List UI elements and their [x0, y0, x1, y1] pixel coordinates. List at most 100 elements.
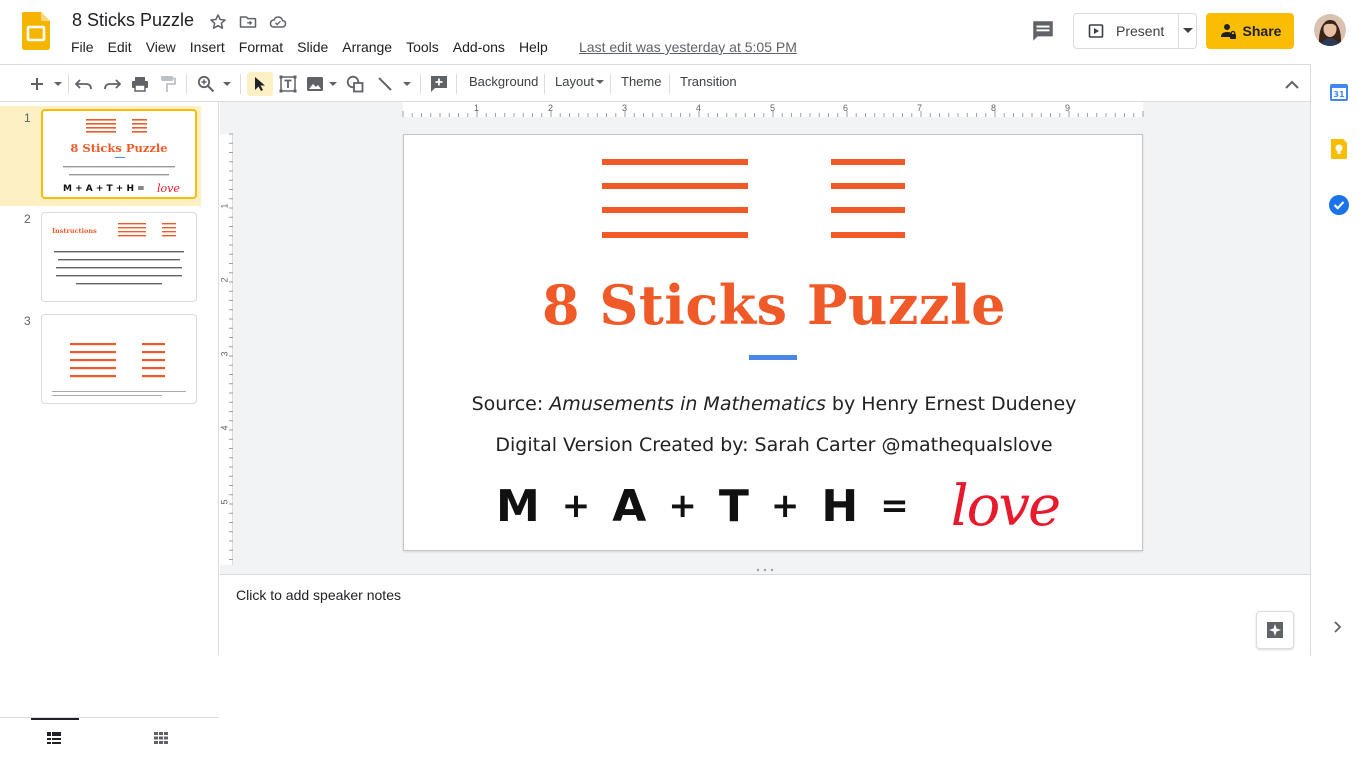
vertical-ruler[interactable]: 1 2 3 4 5 [220, 117, 233, 565]
present-label: Present [1116, 23, 1165, 39]
menu-arrange[interactable]: Arrange [335, 37, 399, 57]
ruler-label: 5 [219, 499, 230, 505]
chevron-up-icon [1285, 80, 1299, 89]
comment-icon[interactable] [1030, 18, 1056, 44]
math-equals-love-graphic[interactable]: M + A + T + H = love [496, 471, 1061, 541]
paint-format-button[interactable] [157, 72, 179, 96]
paint-format-icon [161, 76, 176, 92]
filmstrip-view-button[interactable] [40, 728, 68, 748]
text-box-icon [279, 75, 297, 93]
insert-image-button[interactable] [304, 72, 326, 96]
add-comment-button[interactable] [428, 72, 450, 96]
ruler-label: 3 [622, 103, 628, 113]
line-icon [378, 77, 392, 91]
present-button[interactable]: Present [1074, 14, 1178, 48]
menu-edit[interactable]: Edit [101, 37, 139, 57]
ruler-label: 4 [219, 425, 230, 431]
calendar-icon[interactable]: 31 [1329, 82, 1349, 102]
select-tool-button[interactable] [247, 72, 273, 96]
toolbar-divider [186, 74, 187, 94]
slide-thumbnail-1[interactable]: 8 Sticks Puzzle M + A + T + H = love [41, 109, 197, 199]
lock-person-icon [1220, 24, 1236, 39]
slide-number: 1 [24, 111, 31, 125]
collapse-toolbar-button[interactable] [1281, 72, 1303, 96]
undo-button[interactable] [73, 72, 95, 96]
slide-title[interactable]: 8 Sticks Puzzle [404, 273, 1144, 337]
speaker-notes-placeholder[interactable]: Click to add speaker notes [236, 587, 401, 603]
menu-add-ons[interactable]: Add-ons [446, 37, 512, 57]
ruler-label: 8 [991, 103, 997, 113]
speaker-notes[interactable]: Click to add speaker notes [220, 575, 1310, 655]
grid-view-button[interactable] [147, 728, 175, 748]
new-slide-layout-dropdown[interactable] [51, 72, 65, 96]
chevron-right-icon[interactable] [1333, 620, 1343, 634]
slide-thumbnail-2[interactable]: Instructions [41, 212, 197, 302]
add-comment-icon [431, 76, 447, 92]
theme-button[interactable]: Theme [621, 74, 661, 89]
new-slide-button[interactable] [26, 72, 48, 96]
shape-icon [346, 75, 364, 93]
slide-thumbnail-3[interactable] [41, 314, 197, 404]
title-accent-line [749, 355, 797, 360]
zoom-button[interactable] [194, 72, 218, 96]
svg-text:31: 31 [1333, 90, 1345, 99]
menu-tools[interactable]: Tools [399, 37, 446, 57]
share-button[interactable]: Share [1206, 13, 1294, 49]
insert-image-dropdown[interactable] [327, 72, 339, 96]
move-to-folder-icon[interactable] [238, 12, 258, 32]
present-icon [1088, 24, 1104, 38]
zoom-icon [197, 75, 215, 93]
present-options-dropdown[interactable] [1179, 14, 1197, 48]
horizontal-ruler[interactable]: 1 2 3 4 5 6 7 8 9 [233, 102, 1310, 117]
app-header: 8 Sticks Puzzle File Edit View Insert Fo… [0, 0, 1366, 64]
background-button[interactable]: Background [469, 74, 538, 89]
toolbar-divider [610, 74, 611, 94]
print-button[interactable] [129, 72, 151, 96]
math-letter: A [612, 480, 647, 532]
star-icon[interactable] [208, 12, 228, 32]
document-title[interactable]: 8 Sticks Puzzle [72, 10, 194, 31]
ruler-label: 1 [474, 103, 480, 113]
cloud-saved-icon[interactable] [268, 12, 288, 32]
line-dropdown[interactable] [400, 72, 414, 96]
redo-button[interactable] [101, 72, 123, 96]
avatar[interactable] [1314, 14, 1346, 46]
line-button[interactable] [374, 72, 396, 96]
menu-view[interactable]: View [139, 37, 183, 57]
ruler-label: 2 [548, 103, 554, 113]
tasks-icon[interactable] [1328, 194, 1350, 216]
sticks-graphic[interactable] [602, 157, 906, 241]
notes-resize-handle[interactable] [220, 565, 1310, 575]
slides-logo-icon[interactable] [22, 12, 50, 50]
transition-button[interactable]: Transition [680, 74, 737, 89]
cursor-icon [255, 77, 265, 91]
present-button-group: Present [1073, 13, 1197, 49]
keep-icon[interactable] [1329, 138, 1349, 160]
active-view-indicator [31, 718, 79, 720]
math-letter: M [496, 480, 540, 532]
layout-button[interactable]: Layout [555, 74, 605, 89]
explore-button[interactable] [1256, 611, 1294, 649]
current-slide[interactable]: 8 Sticks Puzzle Source: Amusements in Ma… [403, 134, 1143, 551]
equals-sign: = [880, 486, 909, 526]
zoom-dropdown[interactable] [220, 72, 234, 96]
ruler-label: 7 [917, 103, 923, 113]
toolbar: Background Layout Theme Transition [0, 64, 1310, 102]
shape-button[interactable] [344, 72, 366, 96]
ruler-label: 9 [1065, 103, 1071, 113]
ruler-label: 1 [219, 203, 230, 209]
menu-format[interactable]: Format [232, 37, 290, 57]
source-text[interactable]: Source: Amusements in Mathematics by Hen… [404, 393, 1144, 415]
menu-file[interactable]: File [64, 37, 101, 57]
layout-label: Layout [555, 74, 595, 89]
toolbar-divider [456, 74, 457, 94]
slide-number: 2 [24, 212, 31, 226]
slide-filmstrip: 1 8 Sticks Puzzle M + A + T + H = love 2… [0, 102, 219, 757]
menu-help[interactable]: Help [512, 37, 555, 57]
menu-insert[interactable]: Insert [183, 37, 232, 57]
menu-slide[interactable]: Slide [290, 37, 335, 57]
last-edit-link[interactable]: Last edit was yesterday at 5:05 PM [579, 39, 797, 55]
grid-view-icon [154, 732, 168, 744]
text-box-button[interactable] [277, 72, 299, 96]
credit-text[interactable]: Digital Version Created by: Sarah Carter… [404, 434, 1144, 456]
